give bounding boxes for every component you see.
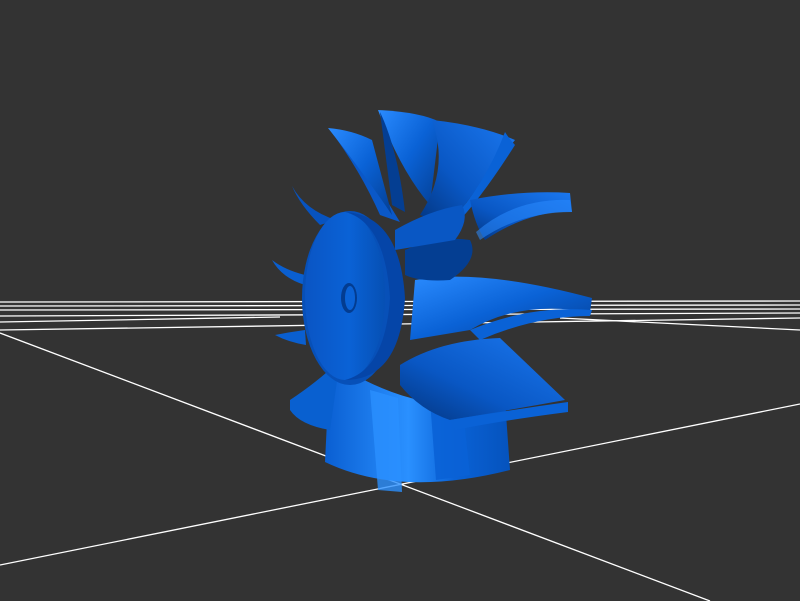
impeller-blade xyxy=(275,330,306,345)
grid-line xyxy=(0,316,281,323)
3d-viewport[interactable] xyxy=(0,0,800,601)
impeller-model[interactable] xyxy=(272,110,592,492)
impeller-blade xyxy=(272,260,305,285)
scene-canvas[interactable] xyxy=(0,0,800,601)
impeller-bore-inner xyxy=(345,286,355,310)
